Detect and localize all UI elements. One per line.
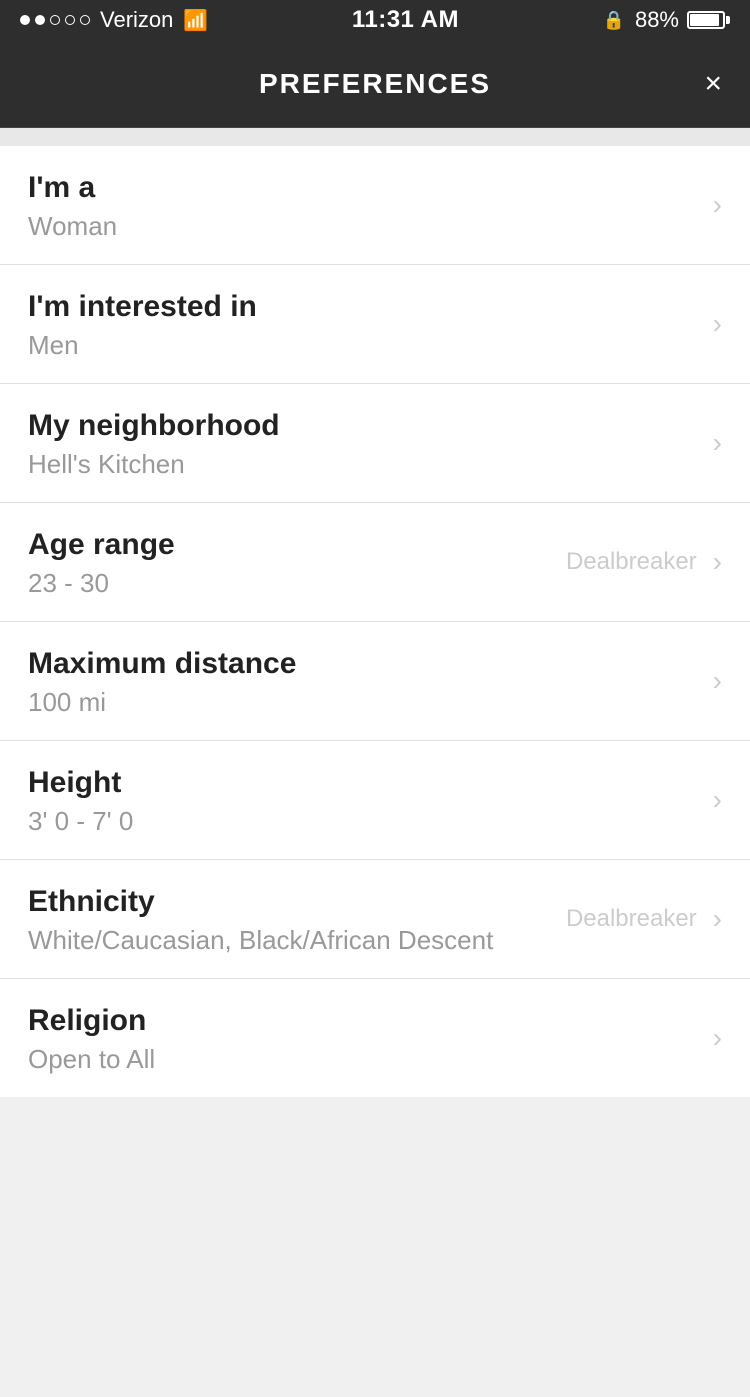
carrier-label: Verizon — [100, 7, 173, 33]
dealbreaker-label-ethnicity: Dealbreaker — [566, 905, 697, 933]
pref-item-im-a[interactable]: I'm a Woman› — [0, 146, 750, 265]
pref-left-neighborhood: My neighborhood Hell's Kitchen — [28, 406, 713, 480]
pref-left-height: Height 3' 0 - 7' 0 — [28, 763, 713, 837]
status-time: 11:31 AM — [352, 6, 459, 34]
signal-dot-4 — [65, 15, 75, 25]
chevron-icon-age-range: › — [713, 546, 722, 578]
pref-item-neighborhood[interactable]: My neighborhood Hell's Kitchen› — [0, 384, 750, 503]
pref-value-age-range: 23 - 30 — [28, 568, 566, 599]
dealbreaker-label-age-range: Dealbreaker — [566, 548, 697, 576]
lock-icon: 🔒 — [603, 10, 625, 31]
pref-label-interested-in: I'm interested in — [28, 287, 713, 326]
signal-dot-1 — [20, 15, 30, 25]
pref-label-max-distance: Maximum distance — [28, 644, 713, 683]
pref-right-age-range: Dealbreaker › — [566, 546, 722, 578]
pref-right-neighborhood: › — [713, 427, 722, 459]
pref-right-religion: › — [713, 1022, 722, 1054]
status-left: Verizon 📶 — [20, 7, 208, 33]
pref-label-height: Height — [28, 763, 713, 802]
pref-label-religion: Religion — [28, 1001, 713, 1040]
bottom-area — [0, 1097, 750, 1397]
signal-dot-2 — [35, 15, 45, 25]
battery-icon — [687, 11, 730, 29]
pref-left-religion: Religion Open to All — [28, 1001, 713, 1075]
pref-left-age-range: Age range 23 - 30 — [28, 525, 566, 599]
pref-item-max-distance[interactable]: Maximum distance 100 mi› — [0, 622, 750, 741]
pref-right-max-distance: › — [713, 665, 722, 697]
pref-left-interested-in: I'm interested in Men — [28, 287, 713, 361]
signal-dot-3 — [50, 15, 60, 25]
pref-left-ethnicity: Ethnicity White/Caucasian, Black/African … — [28, 882, 566, 956]
pref-label-im-a: I'm a — [28, 168, 713, 207]
pref-value-ethnicity: White/Caucasian, Black/African Descent — [28, 925, 566, 956]
pref-item-age-range[interactable]: Age range 23 - 30Dealbreaker › — [0, 503, 750, 622]
pref-value-im-a: Woman — [28, 211, 713, 242]
battery-percentage: 88% — [635, 7, 679, 33]
pref-value-max-distance: 100 mi — [28, 687, 713, 718]
pref-left-im-a: I'm a Woman — [28, 168, 713, 242]
signal-dots — [20, 15, 90, 25]
signal-dot-5 — [80, 15, 90, 25]
pref-item-height[interactable]: Height 3' 0 - 7' 0› — [0, 741, 750, 860]
preferences-list: I'm aWoman›I'm interested inMen›My neigh… — [0, 146, 750, 1097]
status-bar: Verizon 📶 11:31 AM 🔒 88% — [0, 0, 750, 40]
pref-label-neighborhood: My neighborhood — [28, 406, 713, 445]
close-button[interactable]: × — [704, 69, 722, 99]
chevron-icon-max-distance: › — [713, 665, 722, 697]
pref-right-ethnicity: Dealbreaker › — [566, 903, 722, 935]
chevron-icon-im-a: › — [713, 189, 722, 221]
pref-label-age-range: Age range — [28, 525, 566, 564]
chevron-icon-ethnicity: › — [713, 903, 722, 935]
chevron-icon-religion: › — [713, 1022, 722, 1054]
wifi-icon: 📶 — [183, 8, 208, 33]
pref-item-ethnicity[interactable]: Ethnicity White/Caucasian, Black/African … — [0, 860, 750, 979]
section-gap — [0, 128, 750, 146]
pref-label-ethnicity: Ethnicity — [28, 882, 566, 921]
pref-right-im-a: › — [713, 189, 722, 221]
chevron-icon-height: › — [713, 784, 722, 816]
pref-left-max-distance: Maximum distance 100 mi — [28, 644, 713, 718]
pref-value-height: 3' 0 - 7' 0 — [28, 806, 713, 837]
pref-right-height: › — [713, 784, 722, 816]
pref-value-interested-in: Men — [28, 330, 713, 361]
pref-value-neighborhood: Hell's Kitchen — [28, 449, 713, 480]
pref-item-interested-in[interactable]: I'm interested in Men› — [0, 265, 750, 384]
pref-value-religion: Open to All — [28, 1044, 713, 1075]
chevron-icon-interested-in: › — [713, 308, 722, 340]
page-title: PREFERENCES — [259, 68, 491, 100]
pref-right-interested-in: › — [713, 308, 722, 340]
chevron-icon-neighborhood: › — [713, 427, 722, 459]
nav-bar: PREFERENCES × — [0, 40, 750, 128]
pref-item-religion[interactable]: Religion Open to All› — [0, 979, 750, 1097]
status-right: 🔒 88% — [603, 7, 730, 33]
